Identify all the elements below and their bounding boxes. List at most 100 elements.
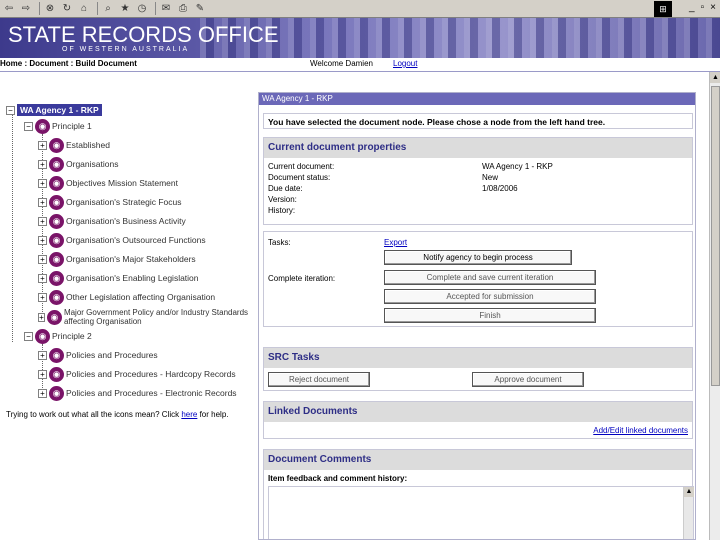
tree-item[interactable]: + ◉ Policies and Procedures - Electronic… [38,385,237,401]
expand-icon[interactable]: + [38,273,47,283]
comments-subtitle: Item feedback and comment history: [268,474,408,483]
edit-linked-documents-link[interactable]: Add/Edit linked documents [593,426,688,435]
textarea-scrollbar[interactable]: ▲ [683,487,694,539]
document-node-icon: ◉ [49,270,64,286]
collapse-icon[interactable]: − [6,105,15,115]
tree-item[interactable]: + ◉ Objectives Mission Statement [38,175,178,191]
section-title: SRC Tasks [264,348,692,368]
prop-label: Version: [268,195,297,204]
complete-iteration-button[interactable]: Complete and save current iteration [384,270,596,285]
scrollbar-thumb[interactable] [711,86,720,386]
expand-icon[interactable]: + [38,369,47,379]
finish-button[interactable]: Finish [384,308,596,323]
scroll-up-icon[interactable]: ▲ [684,487,694,497]
history-icon[interactable]: ◷ [135,2,149,16]
search-icon[interactable]: ⌕ [101,2,115,16]
tree-item-label[interactable]: Principle 2 [52,331,92,341]
forward-icon[interactable]: ⇨ [19,2,33,16]
tree-item-label[interactable]: Objectives Mission Statement [66,178,178,188]
expand-icon[interactable]: + [38,159,47,169]
panel-header: WA Agency 1 - RKP [259,93,695,105]
window-controls: _ ▫ × [689,2,716,13]
tree-item-label[interactable]: Organisation's Outsourced Functions [66,235,206,245]
expand-icon[interactable]: + [38,197,47,207]
prop-value: 1/08/2006 [482,184,518,193]
edit-icon[interactable]: ✎ [193,2,207,16]
expand-icon[interactable]: + [38,350,47,360]
expand-icon[interactable]: + [38,140,47,150]
document-node-icon: ◉ [49,289,64,305]
tree-item[interactable]: + ◉ Policies and Procedures - Hardcopy R… [38,366,236,382]
tree-root[interactable]: − WA Agency 1 - RKP [6,102,102,118]
comments-box: Document Comments Item feedback and comm… [263,449,694,539]
properties-box: Current document properties Current docu… [263,137,693,225]
section-title: Current document properties [264,138,692,158]
expand-icon[interactable]: + [38,178,47,188]
tree-item-label[interactable]: Organisations [66,159,118,169]
approve-document-button[interactable]: Approve document [472,372,584,387]
favorites-icon[interactable]: ★ [118,2,132,16]
document-node-icon: ◉ [49,194,64,210]
back-icon[interactable]: ⇦ [2,2,16,16]
tree-item-label[interactable]: Policies and Procedures - Hardcopy Recor… [66,369,236,379]
notify-agency-button[interactable]: Notify agency to begin process [384,250,572,265]
tree-item-label[interactable]: Major Government Policy and/or Industry … [64,308,250,326]
stop-icon[interactable]: ⊗ [43,2,57,16]
collapse-icon[interactable]: − [24,331,33,341]
tree-item-principle-2[interactable]: − ◉ Principle 2 [24,328,92,344]
accepted-submission-button[interactable]: Accepted for submission [384,289,596,304]
tree-item[interactable]: + ◉ Organisation's Business Activity [38,213,186,229]
prop-label: History: [268,206,296,215]
close-icon[interactable]: × [710,2,716,13]
tree-item[interactable]: + ◉ Organisation's Enabling Legislation [38,270,199,286]
prop-label: Due date: [268,184,303,193]
refresh-icon[interactable]: ↻ [60,2,74,16]
tree-item-label[interactable]: Organisation's Business Activity [66,216,186,226]
page-scrollbar[interactable]: ▲ [709,72,720,540]
tree-item-label[interactable]: Other Legislation affecting Organisation [66,292,215,302]
tree-item-label[interactable]: Policies and Procedures [66,350,158,360]
prop-label: Current document: [268,162,335,171]
tree-item[interactable]: + ◉ Other Legislation affecting Organisa… [38,289,215,305]
tree-item-label[interactable]: Organisation's Strategic Focus [66,197,181,207]
expand-icon[interactable]: + [38,216,47,226]
expand-icon[interactable]: + [38,254,47,264]
maximize-icon[interactable]: ▫ [701,2,705,13]
scroll-up-icon[interactable]: ▲ [710,72,720,83]
linked-documents-box: Linked Documents Add/Edit linked documen… [263,401,693,439]
tree-item-label[interactable]: Established [66,140,110,150]
tree-item[interactable]: + ◉ Major Government Policy and/or Indus… [38,306,250,328]
welcome-text: Welcome Damien [310,59,373,68]
tree-item-label[interactable]: Policies and Procedures - Electronic Rec… [66,388,237,398]
tree-item[interactable]: + ◉ Organisation's Major Stakeholders [38,251,196,267]
reject-document-button[interactable]: Reject document [268,372,370,387]
tree-item-label[interactable]: Organisation's Enabling Legislation [66,273,199,283]
collapse-icon[interactable]: − [24,121,33,131]
tree-root-label[interactable]: WA Agency 1 - RKP [17,104,102,116]
tree-item-label[interactable]: Principle 1 [52,121,92,131]
export-link[interactable]: Export [384,238,407,247]
minimize-icon[interactable]: _ [689,2,695,13]
help-text-after: for help. [197,410,229,419]
comments-textarea[interactable]: ▲ [268,486,694,539]
print-icon[interactable]: ⎙ [176,2,190,16]
tree-item[interactable]: + ◉ Organisation's Strategic Focus [38,194,181,210]
expand-icon[interactable]: + [38,388,47,398]
mail-icon[interactable]: ✉ [159,2,173,16]
expand-icon[interactable]: + [38,312,45,322]
document-node-icon: ◉ [49,347,64,363]
expand-icon[interactable]: + [38,292,47,302]
breadcrumb[interactable]: Home : Document : Build Document [0,59,137,68]
home-icon[interactable]: ⌂ [77,2,91,16]
tree-item[interactable]: + ◉ Established [38,137,110,153]
tree-item-principle-1[interactable]: − ◉ Principle 1 [24,118,92,134]
document-node-icon: ◉ [49,137,64,153]
src-tasks-box: SRC Tasks Reject document Approve docume… [263,347,693,391]
tree-item[interactable]: + ◉ Organisation's Outsourced Functions [38,232,206,248]
logout-link[interactable]: Logout [393,59,417,68]
tree-item-label[interactable]: Organisation's Major Stakeholders [66,254,196,264]
expand-icon[interactable]: + [38,235,47,245]
tree-item[interactable]: + ◉ Organisations [38,156,118,172]
help-link[interactable]: here [181,410,197,419]
tree-item[interactable]: + ◉ Policies and Procedures [38,347,158,363]
